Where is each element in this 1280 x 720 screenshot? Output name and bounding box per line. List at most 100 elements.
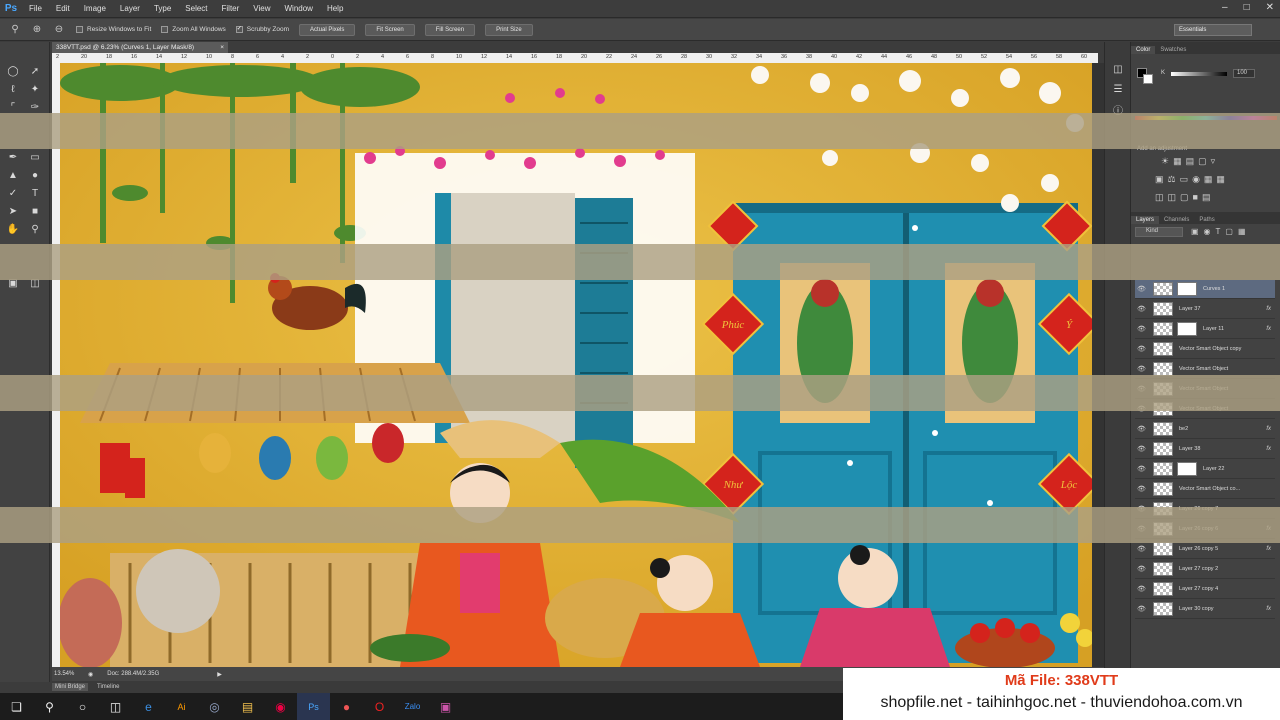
fx-icon[interactable]: fx	[1266, 426, 1271, 432]
crop-tool-icon[interactable]: ⌜	[6, 100, 20, 114]
search-icon[interactable]: ⚲	[33, 693, 66, 720]
adjustment-icons-row1[interactable]: ☀▦▤▢▿	[1161, 156, 1219, 167]
layer-row[interactable]: 👁 Layer 37 fx	[1135, 300, 1275, 319]
layer-mask-thumbnail[interactable]	[1177, 462, 1197, 476]
layer-row[interactable]: 👁 Layer 27 copy 4	[1135, 580, 1275, 599]
hand-tool-icon[interactable]: ✋	[6, 222, 20, 236]
visibility-eye-icon[interactable]: 👁	[1137, 545, 1147, 553]
layer-row[interactable]: 👁 Layer 30 copy fx	[1135, 600, 1275, 619]
chrome-icon[interactable]: ◉	[264, 693, 297, 720]
menu-select[interactable]: Select	[178, 4, 214, 13]
visibility-eye-icon[interactable]: 👁	[1137, 605, 1147, 613]
cortana-icon[interactable]: ○	[66, 693, 99, 720]
menu-layer[interactable]: Layer	[113, 4, 147, 13]
visibility-eye-icon[interactable]: 👁	[1137, 565, 1147, 573]
fx-icon[interactable]: fx	[1266, 546, 1271, 552]
layer-row[interactable]: 👁 Vector Smart Object copy	[1135, 340, 1275, 359]
visibility-eye-icon[interactable]: 👁	[1137, 425, 1147, 433]
minimize-icon[interactable]: –	[1222, 2, 1228, 13]
fill-screen-button[interactable]: Fill Screen	[424, 23, 476, 36]
menu-edit[interactable]: Edit	[49, 4, 77, 13]
layer-row[interactable]: 👁 be2 fx	[1135, 420, 1275, 439]
opera-icon[interactable]: O	[363, 693, 396, 720]
layer-row[interactable]: 👁 Curves 1	[1135, 280, 1275, 299]
path-select-icon[interactable]: ➤	[6, 204, 20, 218]
globe-icon[interactable]: ◎	[198, 693, 231, 720]
visibility-eye-icon[interactable]: 👁	[1137, 345, 1147, 353]
layer-row[interactable]: 👁 Layer 22	[1135, 460, 1275, 479]
layer-row[interactable]: 👁 Layer 11 fx	[1135, 320, 1275, 339]
brush-tool-icon[interactable]: ✒	[6, 150, 20, 164]
zoom-tool-icon[interactable]: ⚲	[8, 23, 22, 37]
zalo-icon[interactable]: Zalo	[396, 693, 429, 720]
status-info-icon[interactable]: ◉	[88, 671, 93, 678]
canvas-artwork[interactable]: Phúc Như Ý Lộc	[60, 63, 1092, 667]
pen-tool-icon[interactable]: ✓	[6, 186, 20, 200]
properties-panel-icon[interactable]: ☰	[1111, 82, 1125, 96]
k-slider[interactable]	[1171, 72, 1227, 76]
layer-row[interactable]: 👁 Vector Smart Object co...	[1135, 480, 1275, 499]
background-color-swatch[interactable]	[1143, 74, 1153, 84]
resize-windows-checkbox[interactable]: Resize Windows to Fit	[76, 26, 151, 33]
visibility-eye-icon[interactable]: 👁	[1137, 305, 1147, 313]
teams-icon[interactable]: ▣	[429, 693, 462, 720]
status-arrow-icon[interactable]: ▶	[217, 671, 222, 678]
visibility-eye-icon[interactable]: 👁	[1137, 585, 1147, 593]
actual-pixels-button[interactable]: Actual Pixels	[299, 23, 356, 36]
visibility-eye-icon[interactable]: 👁	[1137, 285, 1147, 293]
layer-filter-icons[interactable]: ▣◉T▢▦	[1191, 227, 1251, 236]
k-value-field[interactable]: 100	[1233, 69, 1255, 78]
workspace-select[interactable]: Essentials	[1174, 24, 1252, 36]
windows-start-icon[interactable]: ❏	[0, 693, 33, 720]
move-tool-icon[interactable]: ➚	[28, 64, 42, 78]
visibility-eye-icon[interactable]: 👁	[1137, 325, 1147, 333]
eraser-tool-icon[interactable]: ▭	[28, 150, 42, 164]
tab-paths[interactable]: Paths	[1194, 216, 1219, 224]
visibility-eye-icon[interactable]: 👁	[1137, 465, 1147, 473]
fit-screen-button[interactable]: Fit Screen	[365, 23, 415, 36]
zoom-tool-icon[interactable]: ⚲	[28, 222, 42, 236]
zoom-out-icon[interactable]: ⊖	[52, 23, 66, 37]
menu-file[interactable]: File	[22, 4, 49, 13]
photoshop-icon[interactable]: Ps	[297, 693, 330, 720]
edge-icon[interactable]: e	[132, 693, 165, 720]
menu-view[interactable]: View	[246, 4, 277, 13]
tab-layers[interactable]: Layers	[1131, 216, 1160, 224]
layer-row[interactable]: 👁 Layer 27 copy 2	[1135, 560, 1275, 579]
adjustment-icons-row2[interactable]: ▣⚖▭◉▦▦	[1155, 174, 1229, 185]
file-explorer-icon[interactable]: ▤	[231, 693, 264, 720]
zoom-in-icon[interactable]: ⊕	[30, 23, 44, 37]
visibility-eye-icon[interactable]: 👁	[1137, 365, 1147, 373]
marquee-tool-icon[interactable]: ◯	[6, 64, 20, 78]
type-tool-icon[interactable]: T	[28, 186, 42, 200]
tab-channels[interactable]: Channels	[1159, 216, 1194, 224]
menu-type[interactable]: Type	[147, 4, 178, 13]
tab-timeline[interactable]: Timeline	[94, 683, 122, 691]
history-panel-icon[interactable]: ◫	[1111, 62, 1125, 76]
tab-color[interactable]: Color	[1131, 46, 1156, 54]
close-tab-icon[interactable]: ×	[220, 44, 224, 51]
layer-row[interactable]: 👁 Layer 38 fx	[1135, 440, 1275, 459]
maximize-icon[interactable]: □	[1244, 2, 1250, 13]
tab-mini-bridge[interactable]: Mini Bridge	[52, 683, 89, 691]
task-view-icon[interactable]: ◫	[99, 693, 132, 720]
close-icon[interactable]: ✕	[1266, 2, 1274, 13]
lasso-tool-icon[interactable]: ℓ	[6, 82, 20, 96]
bucket-tool-icon[interactable]: ▲	[6, 168, 20, 182]
illustrator-icon[interactable]: Ai	[165, 693, 198, 720]
fx-icon[interactable]: fx	[1266, 306, 1271, 312]
menu-filter[interactable]: Filter	[215, 4, 247, 13]
layer-mask-thumbnail[interactable]	[1177, 322, 1197, 336]
fx-icon[interactable]: fx	[1266, 446, 1271, 452]
layer-filter-select[interactable]: Kind	[1135, 227, 1183, 237]
dodge-tool-icon[interactable]: ●	[28, 168, 42, 182]
shape-tool-icon[interactable]: ■	[28, 204, 42, 218]
print-size-button[interactable]: Print Size	[485, 23, 533, 36]
document-tab[interactable]: 338VTT.psd @ 6.23% (Curves 1, Layer Mask…	[52, 42, 228, 53]
firefox-icon[interactable]: ●	[330, 693, 363, 720]
magic-wand-icon[interactable]: ✦	[28, 82, 42, 96]
scrubby-zoom-checkbox[interactable]: ✓ Scrubby Zoom	[235, 26, 289, 33]
fx-icon[interactable]: fx	[1266, 326, 1271, 332]
menu-window[interactable]: Window	[278, 4, 320, 13]
zoom-level[interactable]: 13.54%	[54, 671, 84, 677]
